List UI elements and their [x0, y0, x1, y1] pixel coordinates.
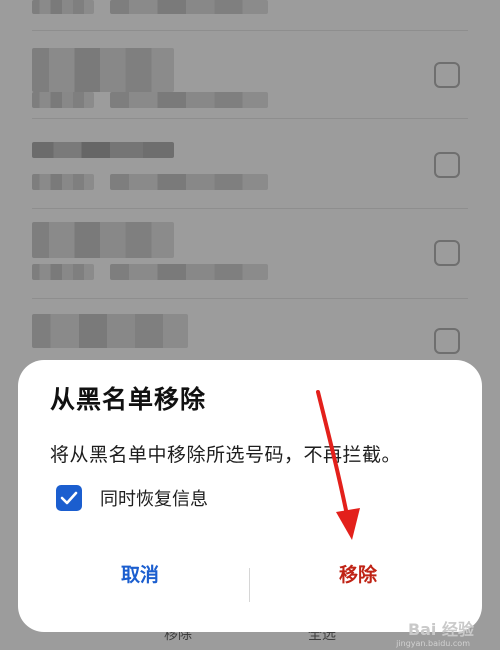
restore-messages-checkbox[interactable]: [56, 485, 82, 511]
remove-from-blacklist-dialog: 从黑名单移除 将从黑名单中移除所选号码，不再拦截。 同时恢复信息 取消 移除: [18, 360, 482, 632]
restore-messages-label: 同时恢复信息: [100, 489, 208, 510]
button-divider: [249, 568, 250, 602]
row-checkbox[interactable]: [434, 328, 460, 354]
restore-messages-option[interactable]: 同时恢复信息: [56, 485, 208, 511]
cancel-button[interactable]: 取消: [40, 560, 240, 587]
dialog-message: 将从黑名单中移除所选号码，不再拦截。: [50, 444, 402, 466]
remove-button[interactable]: 移除: [258, 560, 458, 587]
list-item: [0, 30, 500, 118]
watermark-url: jingyan.baidu.com: [396, 639, 470, 648]
baidu-jingyan-watermark: Bai 经验: [408, 616, 474, 640]
row-checkbox[interactable]: [434, 240, 460, 266]
checkmark-icon: [60, 491, 78, 505]
row-checkbox[interactable]: [434, 152, 460, 178]
list-item: [0, 118, 500, 206]
dialog-title: 从黑名单移除: [50, 385, 207, 414]
row-checkbox[interactable]: [434, 62, 460, 88]
watermark-text: Bai 经验: [407, 620, 474, 639]
list-item: [0, 208, 500, 296]
